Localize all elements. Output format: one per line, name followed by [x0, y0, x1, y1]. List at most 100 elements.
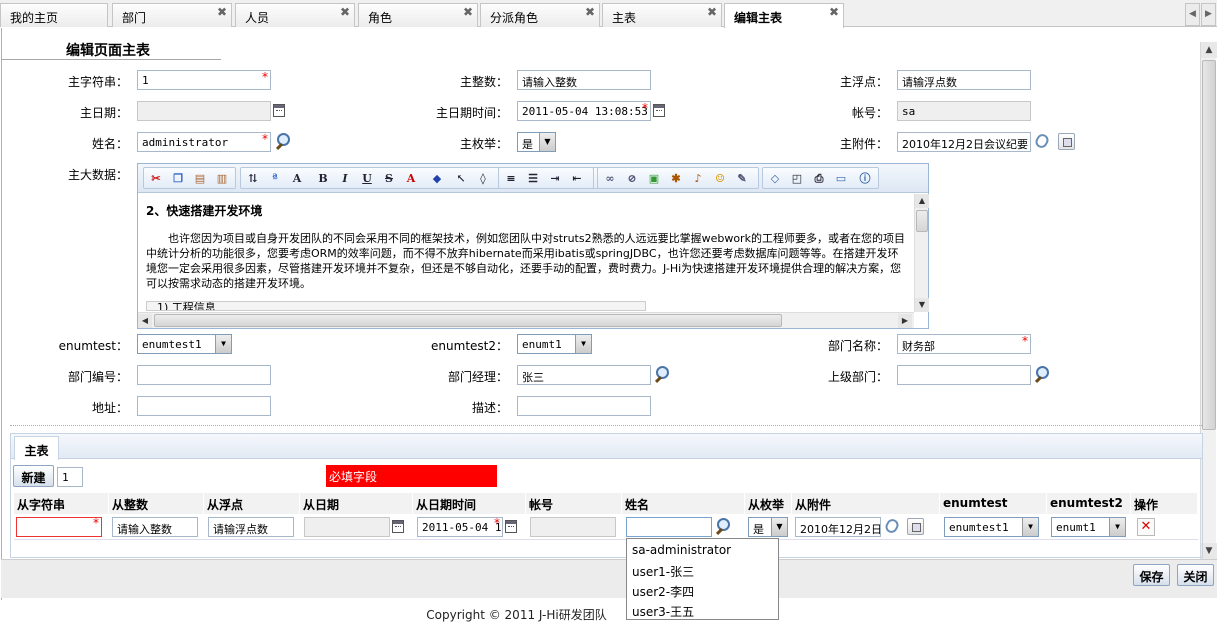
- scroll-thumb[interactable]: [154, 314, 782, 327]
- search-icon[interactable]: [715, 518, 730, 534]
- close-icon[interactable]: ✖: [463, 5, 473, 19]
- media-icon[interactable]: ♪: [690, 171, 706, 187]
- search-icon[interactable]: [1034, 366, 1049, 382]
- dept-no-input[interactable]: [137, 365, 271, 385]
- editor-content[interactable]: 2、快速搭建开发环境 也许您因为项目或自身开发团队的不同会采用不同的框架技术，例…: [140, 194, 912, 312]
- tab-home[interactable]: 我的主页: [0, 3, 108, 27]
- name-input[interactable]: administrator: [137, 132, 271, 152]
- font-color-icon[interactable]: A: [403, 171, 419, 187]
- align-icon[interactable]: ≡: [503, 171, 519, 187]
- delete-icon[interactable]: ✕: [1137, 518, 1155, 536]
- account-input[interactable]: sa: [897, 101, 1031, 121]
- source-icon[interactable]: ◇: [767, 171, 783, 187]
- list-icon[interactable]: ☰: [525, 171, 541, 187]
- calendar-icon[interactable]: [392, 520, 404, 533]
- scroll-down-icon[interactable]: ▼: [1201, 543, 1217, 559]
- font-size-icon[interactable]: ⇅: [245, 171, 261, 187]
- row-date-input[interactable]: [304, 517, 390, 537]
- main-datetime-input[interactable]: 2011-05-04 13:08:53: [517, 101, 651, 121]
- link-icon[interactable]: ∞: [602, 171, 618, 187]
- row-float-input[interactable]: 请输浮点数: [208, 517, 294, 537]
- close-icon[interactable]: ✖: [585, 5, 595, 19]
- scroll-down-icon[interactable]: ▼: [915, 298, 929, 312]
- scroll-thumb[interactable]: [1202, 60, 1216, 430]
- close-icon[interactable]: ✖: [217, 5, 227, 19]
- spellcheck-icon[interactable]: ª: [267, 171, 283, 187]
- bg-color-icon[interactable]: ◆: [429, 171, 445, 187]
- font-icon[interactable]: A: [289, 171, 305, 187]
- address-input[interactable]: [137, 396, 271, 416]
- tab-person[interactable]: 人员 ✖: [235, 3, 355, 27]
- desc-input[interactable]: [517, 396, 651, 416]
- parent-dept-input[interactable]: [897, 365, 1031, 385]
- autocomplete-item[interactable]: sa-administrator: [627, 541, 778, 561]
- close-icon[interactable]: ✖: [707, 5, 717, 19]
- indent-icon[interactable]: ⇥: [547, 171, 563, 187]
- pointer-icon[interactable]: ↖: [453, 171, 469, 187]
- new-button[interactable]: 新建: [13, 465, 54, 487]
- calendar-icon[interactable]: [505, 520, 517, 533]
- editor-hscroll[interactable]: ◀ ▶: [138, 312, 914, 328]
- flash-icon[interactable]: ✱: [668, 171, 684, 187]
- autocomplete-item[interactable]: user1-张三: [627, 561, 778, 581]
- strike-icon[interactable]: S: [381, 171, 397, 187]
- unlink-icon[interactable]: ⊘: [624, 171, 640, 187]
- image-icon[interactable]: ▣: [646, 171, 662, 187]
- enumtest2-select[interactable]: enumt1 ▼: [517, 334, 592, 354]
- tab-scroll-left-icon[interactable]: ◀: [1185, 3, 1200, 26]
- row-int-input[interactable]: 请输入整数: [112, 517, 198, 537]
- tab-edit-master[interactable]: 编辑主表 ✖: [724, 3, 844, 28]
- main-float-input[interactable]: 请输浮点数: [897, 70, 1031, 90]
- main-attach-input[interactable]: 2010年12月2日会议纪要: [897, 132, 1031, 152]
- scroll-left-icon[interactable]: ◀: [138, 314, 152, 328]
- tab-role[interactable]: 角色 ✖: [358, 3, 478, 27]
- enumtest-select[interactable]: enumtest1 ▼: [137, 334, 232, 354]
- autocomplete-item[interactable]: user2-李四: [627, 581, 778, 601]
- main-enum-select[interactable]: 是 ▼: [517, 132, 556, 152]
- close-icon[interactable]: ✖: [829, 5, 839, 19]
- calendar-icon[interactable]: [273, 104, 285, 117]
- editor-vscroll[interactable]: ▲ ▼: [914, 194, 929, 312]
- tab-scroll-right-icon[interactable]: ▶: [1201, 3, 1216, 26]
- save-button[interactable]: 保存: [1133, 564, 1170, 586]
- main-string-input[interactable]: 1: [137, 70, 271, 90]
- autocomplete-item[interactable]: user3-王五: [627, 601, 778, 621]
- preview-icon[interactable]: ◰: [789, 171, 805, 187]
- row-enumtest2-select[interactable]: enumt1 ▼: [1051, 517, 1126, 537]
- dept-name-input[interactable]: 财务部: [897, 334, 1031, 354]
- main-date-input[interactable]: [137, 101, 271, 121]
- bold-icon[interactable]: B: [315, 171, 331, 187]
- row-account-input[interactable]: [530, 517, 616, 537]
- paste-text-icon[interactable]: ▥: [214, 171, 230, 187]
- tab-master-table[interactable]: 主表 ✖: [602, 3, 722, 27]
- paste-icon[interactable]: ▤: [192, 171, 208, 187]
- dept-manager-input[interactable]: 张三: [517, 365, 651, 385]
- rich-text-editor[interactable]: ✂ ❐ ▤ ▥ ⇅ ª A B I U S A ◆ ↖ ◊ ≡ ☰ ⇥ ⇤ ∞ …: [137, 163, 929, 329]
- row-enumtest-select[interactable]: enumtest1 ▼: [944, 517, 1039, 537]
- cut-icon[interactable]: ✂: [148, 171, 164, 187]
- upload-icon[interactable]: [1058, 133, 1075, 150]
- print-icon[interactable]: ⎙: [811, 171, 827, 187]
- outdent-icon[interactable]: ⇤: [569, 171, 585, 187]
- copy-icon[interactable]: ❐: [170, 171, 186, 187]
- calendar-icon[interactable]: [653, 104, 665, 117]
- close-button[interactable]: 关闭: [1177, 564, 1214, 586]
- row-enum-select[interactable]: 是 ▼: [748, 517, 788, 537]
- fullscreen-icon[interactable]: ▭: [833, 171, 849, 187]
- edit-icon[interactable]: ✎: [734, 171, 750, 187]
- italic-icon[interactable]: I: [337, 171, 353, 187]
- row-attach-input[interactable]: 2010年12月2日: [795, 517, 881, 537]
- tab-assign-role[interactable]: 分派角色 ✖: [480, 3, 600, 27]
- scroll-thumb[interactable]: [916, 210, 928, 232]
- search-icon[interactable]: [654, 366, 669, 382]
- emoticon-icon[interactable]: ☺: [712, 171, 728, 187]
- upload-icon[interactable]: [907, 518, 924, 535]
- eraser-icon[interactable]: ◊: [475, 171, 491, 187]
- underline-icon[interactable]: U: [359, 171, 375, 187]
- tab-department[interactable]: 部门 ✖: [112, 3, 232, 27]
- scroll-up-icon[interactable]: ▲: [915, 194, 929, 208]
- scroll-up-icon[interactable]: ▲: [1201, 42, 1217, 58]
- close-icon[interactable]: ✖: [340, 5, 350, 19]
- about-icon[interactable]: ⓘ: [857, 171, 873, 187]
- row-string-input[interactable]: [16, 517, 102, 537]
